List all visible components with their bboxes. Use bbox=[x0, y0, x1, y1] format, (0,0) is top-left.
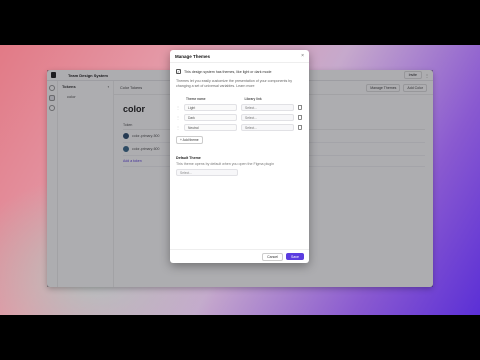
add-theme-button[interactable]: + Add theme bbox=[176, 136, 203, 144]
modal-description: Themes let you easily customize the pres… bbox=[176, 79, 293, 88]
themes-checkbox[interactable]: ✓ bbox=[176, 69, 181, 74]
trash-icon[interactable] bbox=[298, 115, 302, 120]
cancel-button[interactable]: Cancel bbox=[262, 252, 284, 261]
column-header-library: Library link bbox=[244, 97, 262, 101]
default-theme-description: This theme opens by default when you ope… bbox=[176, 162, 275, 166]
column-header-theme: Theme name bbox=[186, 97, 206, 101]
drag-handle-icon[interactable]: ⋮ bbox=[176, 105, 184, 110]
themes-grid: Theme name Library link ⋮ Light Select..… bbox=[176, 97, 303, 144]
drag-handle-icon[interactable]: ⋮ bbox=[176, 115, 184, 120]
theme-row: ⋮ Dark Select... bbox=[176, 114, 303, 121]
modal-title: Manage Themes bbox=[175, 53, 211, 59]
library-select[interactable]: Select... bbox=[241, 124, 294, 131]
save-button[interactable]: Save bbox=[286, 253, 304, 260]
theme-name-input[interactable]: Light bbox=[184, 104, 237, 111]
library-select[interactable]: Select... bbox=[241, 104, 294, 111]
theme-name-input[interactable]: Neutral bbox=[184, 124, 237, 131]
trash-icon[interactable] bbox=[298, 105, 302, 110]
trash-icon[interactable] bbox=[298, 125, 302, 130]
library-select[interactable]: Select... bbox=[241, 114, 294, 121]
close-icon[interactable]: × bbox=[301, 53, 304, 59]
theme-row: ⋮ Neutral Select... bbox=[176, 124, 303, 131]
theme-row: ⋮ Light Select... bbox=[176, 104, 303, 111]
default-theme-select[interactable]: Select... bbox=[176, 169, 238, 176]
themes-checkbox-label: This design system has themes, like ligh… bbox=[184, 69, 272, 74]
default-theme-heading: Default Theme bbox=[176, 156, 201, 160]
drag-handle-icon[interactable]: ⋮ bbox=[176, 125, 184, 130]
theme-name-input[interactable]: Dark bbox=[184, 114, 237, 121]
manage-themes-modal: Manage Themes × ✓ This design system has… bbox=[170, 50, 309, 263]
